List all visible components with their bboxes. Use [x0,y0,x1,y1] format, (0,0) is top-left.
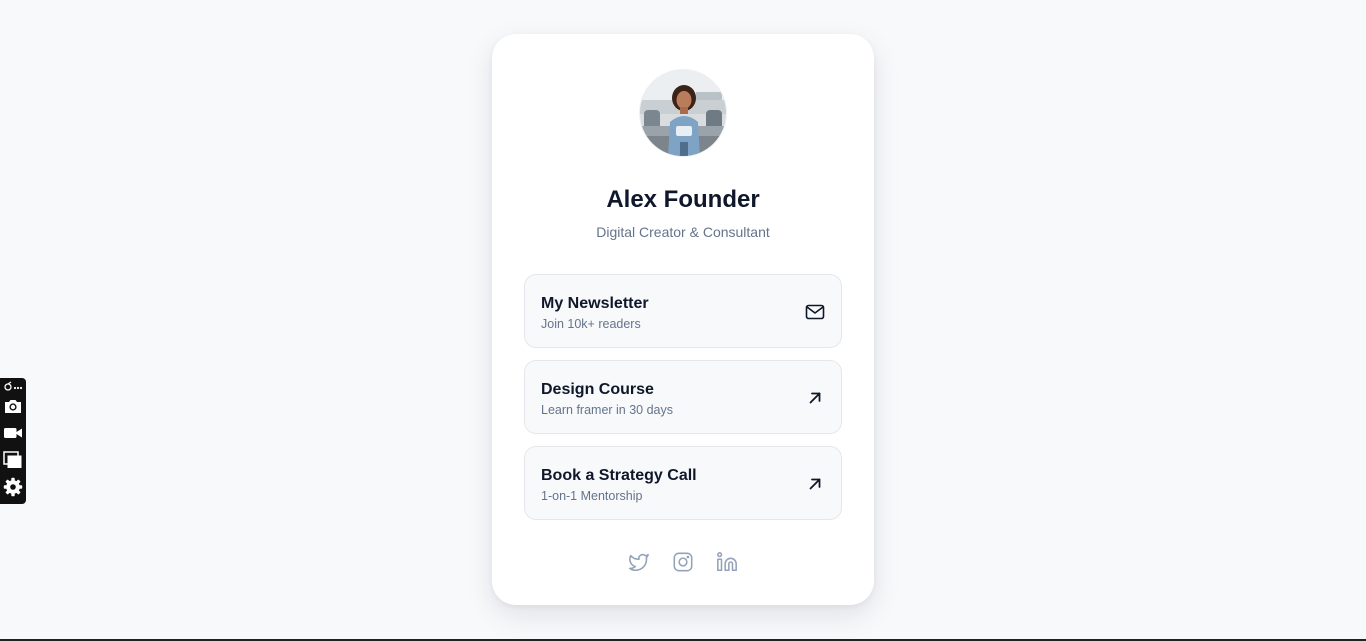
screen-capture-toolbar [0,378,26,504]
link-title: My Newsletter [541,295,649,312]
twitter-icon[interactable] [628,551,650,573]
arrow-up-right-icon [805,474,825,494]
gear-icon[interactable] [3,477,23,497]
link-subtitle: 1-on-1 Mentorship [541,489,643,503]
profile-name: Alex Founder [606,186,760,213]
link-title: Design Course [541,381,654,398]
video-camera-icon[interactable] [3,423,23,443]
profile-card: Alex Founder Digital Creator & Consultan… [492,34,874,605]
link-design-course[interactable]: Design Course Learn framer in 30 days [524,360,842,434]
link-strategy-call[interactable]: Book a Strategy Call 1-on-1 Mentorship [524,446,842,520]
avatar [639,69,727,157]
link-subtitle: Learn framer in 30 days [541,403,674,417]
link-newsletter[interactable]: My Newsletter Join 10k+ readers [524,274,842,348]
instagram-icon[interactable] [672,551,694,573]
windows-icon[interactable] [3,450,23,470]
linkedin-icon[interactable] [716,551,738,573]
profile-tagline: Digital Creator & Consultant [596,224,770,240]
mail-icon [805,302,825,322]
link-title: Book a Strategy Call [541,467,697,484]
arrow-up-right-icon [805,388,825,408]
camera-icon[interactable] [3,396,23,416]
link-subtitle: Join 10k+ readers [541,317,641,331]
extension-menu-icon[interactable] [3,380,23,394]
